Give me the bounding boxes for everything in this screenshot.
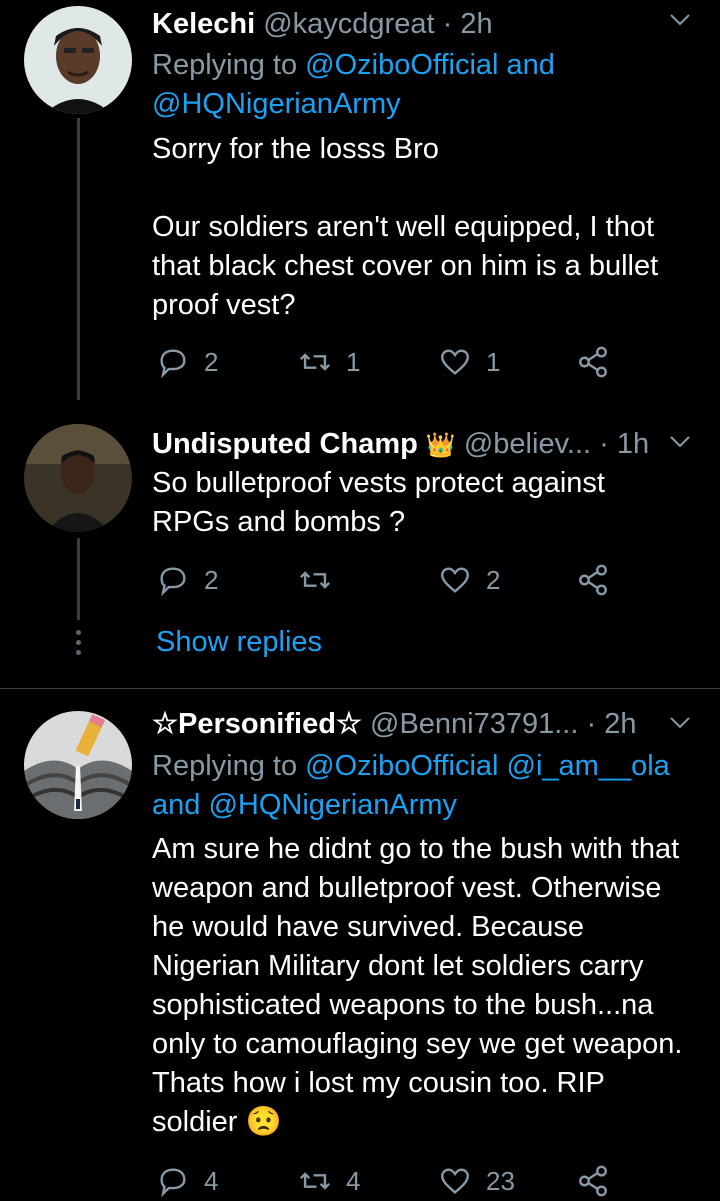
separator-dot: · [599, 428, 609, 460]
display-name[interactable]: Undisputed Champ [152, 428, 418, 460]
tweet-header: Kelechi @kaycdgreat · 2h [152, 2, 700, 46]
mention-link[interactable]: @OziboOfficial and [305, 49, 555, 81]
show-replies-link[interactable]: Show replies [156, 622, 322, 662]
reply-count: 2 [204, 346, 219, 377]
action-bar: 2 1 1 [152, 342, 632, 382]
separator-dot: · [442, 8, 453, 40]
like-count: 23 [486, 1165, 515, 1196]
tweet-text: So bulletproof vests protect against RPG… [152, 467, 614, 538]
avatar[interactable] [24, 6, 132, 114]
like-count: 1 [486, 346, 501, 377]
user-handle[interactable]: @kaycdgreat [263, 8, 434, 40]
avatar[interactable] [24, 424, 132, 532]
thread-line [77, 538, 80, 620]
tweet-personified[interactable]: ☆Personified☆ @Benni73791... · 2h Replyi… [0, 689, 720, 1198]
replying-to: Replying to @OziboOfficial @i_am__ola an… [152, 747, 692, 825]
retweet-button[interactable] [298, 560, 346, 600]
share-icon [579, 564, 607, 596]
thread-line [77, 118, 80, 400]
retweet-button[interactable]: 1 [298, 342, 360, 382]
retweet-button[interactable]: 4 [298, 1161, 360, 1201]
tweet-kelechi[interactable]: Kelechi @kaycdgreat · 2h Replying to @Oz… [0, 0, 720, 400]
reply-icon [160, 349, 186, 379]
chevron-down-icon[interactable] [668, 711, 692, 735]
user-handle[interactable]: @believ... [464, 428, 591, 460]
more-replies-dots-icon [73, 630, 83, 660]
retweet-count: 1 [346, 346, 361, 377]
timestamp: 1h [616, 428, 650, 460]
timestamp: 2h [604, 708, 637, 740]
share-icon [579, 1165, 607, 1197]
reply-count: 2 [204, 564, 219, 595]
retweet-icon [299, 1172, 331, 1190]
action-bar: 2 2 [152, 560, 632, 600]
action-bar: 4 4 23 [152, 1161, 632, 1201]
like-icon [441, 349, 469, 375]
avatar[interactable] [24, 711, 132, 819]
mention-link[interactable]: @OziboOfficial @i_am__ola [305, 750, 670, 782]
reply-button[interactable]: 2 [156, 560, 218, 600]
retweet-count: 4 [346, 1165, 361, 1196]
mention-link[interactable]: @HQNigerianArmy [152, 88, 401, 120]
replying-to-label: Replying to [152, 49, 306, 81]
timestamp: 2h [460, 8, 493, 40]
like-button[interactable]: 23 [438, 1161, 515, 1201]
retweet-icon [299, 571, 331, 589]
display-name[interactable]: ☆Personified☆ [152, 708, 362, 740]
share-button[interactable] [576, 560, 610, 600]
tweet-header: Undisputed Champ 👑 @believ... · 1h [152, 422, 700, 466]
replying-to: Replying to @OziboOfficial and @HQNigeri… [152, 46, 692, 124]
like-button[interactable]: 1 [438, 342, 500, 382]
reply-count: 4 [204, 1165, 219, 1196]
reply-button[interactable]: 4 [156, 1161, 218, 1201]
reply-icon [160, 1168, 186, 1198]
like-icon [441, 567, 469, 593]
user-handle[interactable]: @Benni73791... [370, 708, 578, 740]
like-count: 2 [486, 564, 501, 595]
mention-link[interactable]: @HQNigerianArmy [208, 789, 457, 821]
crown-icon: 👑 [425, 432, 456, 459]
share-button[interactable] [576, 342, 610, 382]
like-button[interactable]: 2 [438, 560, 500, 600]
separator-dot: · [586, 708, 597, 740]
mention-conjunction: and [152, 789, 209, 821]
display-name[interactable]: Kelechi [152, 8, 255, 40]
tweet-text: Am sure he didnt go to the bush with tha… [152, 833, 690, 1138]
tweet-header: ☆Personified☆ @Benni73791... · 2h [152, 702, 700, 746]
tweet-text: Sorry for the losss Bro Our soldiers are… [152, 133, 659, 321]
like-icon [441, 1168, 469, 1194]
chevron-down-icon[interactable] [668, 8, 692, 32]
share-icon [579, 346, 607, 378]
reply-icon [160, 567, 186, 597]
replying-to-label: Replying to [152, 750, 306, 782]
reply-button[interactable]: 2 [156, 342, 218, 382]
share-button[interactable] [576, 1161, 610, 1201]
tweet-undisputed-champ[interactable]: Undisputed Champ 👑 @believ... · 1h So bu… [0, 400, 720, 688]
retweet-icon [299, 353, 331, 371]
chevron-down-icon[interactable] [668, 430, 692, 454]
